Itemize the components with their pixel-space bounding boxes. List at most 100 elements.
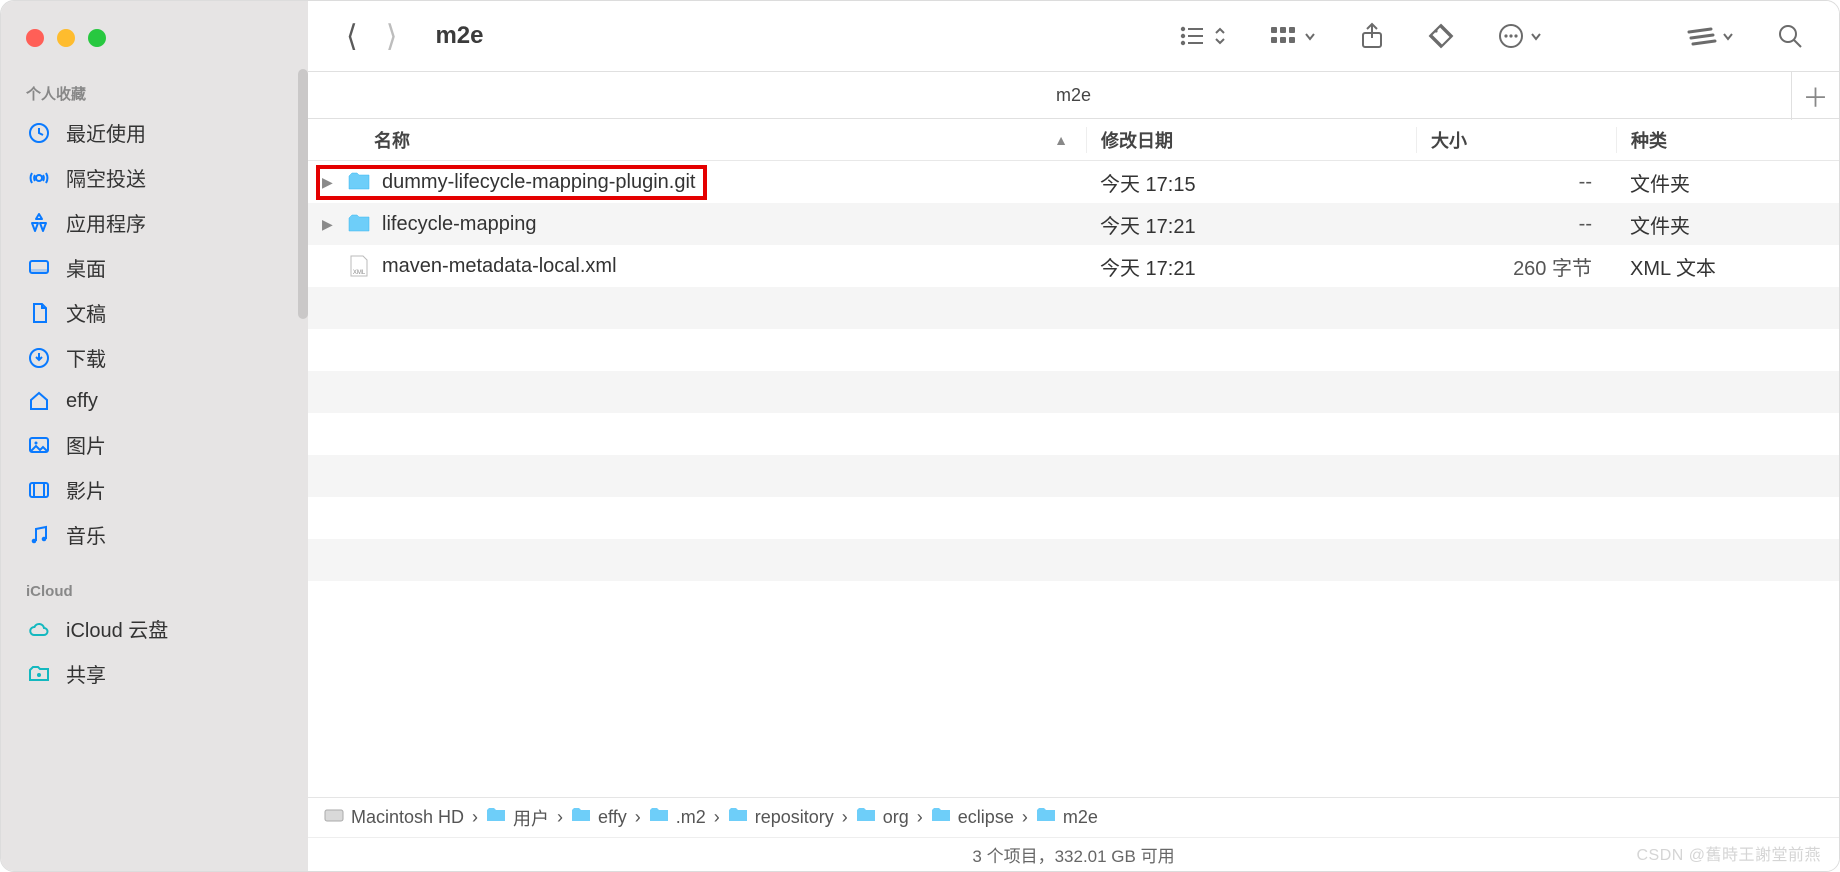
nav-arrows: ⟨ ⟩ bbox=[346, 19, 397, 54]
sidebar-section-icloud: iCloud bbox=[1, 575, 308, 606]
column-header: 名称 ▲ 修改日期 大小 种类 bbox=[308, 119, 1839, 161]
path-bar: Macintosh HD › 用户 › effy › .m2 › reposit… bbox=[308, 797, 1839, 837]
path-crumb[interactable]: Macintosh HD bbox=[324, 806, 464, 829]
share-button[interactable] bbox=[1343, 22, 1401, 50]
sidebar-item[interactable]: 音乐 bbox=[1, 512, 308, 557]
close-window-button[interactable] bbox=[26, 29, 44, 47]
sidebar-scrollbar[interactable] bbox=[298, 69, 308, 319]
folder-icon bbox=[649, 807, 669, 828]
file-size: -- bbox=[1416, 171, 1616, 194]
folder-icon bbox=[1036, 807, 1056, 828]
empty-row bbox=[308, 287, 1839, 329]
disclosure-triangle-icon[interactable]: ▶ bbox=[322, 174, 336, 191]
finder-window: 个人收藏 最近使用 隔空投送 应用程序 桌面 文稿 下载 effy 图片 影片 … bbox=[0, 0, 1840, 872]
column-name[interactable]: 名称 ▲ bbox=[308, 127, 1086, 153]
new-tab-button[interactable]: ＋ bbox=[1791, 72, 1839, 120]
sidebar-item[interactable]: effy bbox=[1, 380, 308, 422]
stripes-icon bbox=[1685, 26, 1717, 46]
status-text: 3 个项目，332.01 GB 可用 bbox=[972, 842, 1174, 867]
sidebar-item[interactable]: 隔空投送 bbox=[1, 155, 308, 200]
path-crumb[interactable]: .m2 bbox=[649, 807, 706, 828]
folder-icon bbox=[346, 213, 372, 235]
sidebar-item-label: 影片 bbox=[66, 475, 106, 504]
sidebar-item[interactable]: 图片 bbox=[1, 422, 308, 467]
sidebar-item-label: 图片 bbox=[66, 430, 106, 459]
file-row[interactable]: ▶ lifecycle-mapping 今天 17:21 -- 文件夹 bbox=[308, 203, 1839, 245]
path-crumb[interactable]: 用户 bbox=[486, 805, 549, 831]
file-list: ▶ dummy-lifecycle-mapping-plugin.git 今天 … bbox=[308, 161, 1839, 797]
search-button[interactable] bbox=[1761, 23, 1819, 49]
clock-icon bbox=[26, 120, 52, 146]
empty-row bbox=[308, 539, 1839, 581]
chevron-updown-icon bbox=[1213, 24, 1227, 48]
empty-row bbox=[308, 413, 1839, 455]
folder-icon bbox=[931, 807, 951, 828]
sidebar-item[interactable]: 最近使用 bbox=[1, 110, 308, 155]
chevron-down-icon bbox=[1721, 24, 1735, 48]
chevron-right-icon: › bbox=[714, 807, 720, 828]
chevron-down-icon bbox=[1529, 24, 1543, 48]
path-crumb[interactable]: effy bbox=[571, 807, 627, 828]
sidebar-item[interactable]: 桌面 bbox=[1, 245, 308, 290]
tags-button[interactable] bbox=[1411, 22, 1471, 50]
file-date: 今天 17:15 bbox=[1086, 168, 1416, 197]
forward-button[interactable]: ⟩ bbox=[386, 19, 398, 54]
path-crumb[interactable]: org bbox=[856, 807, 909, 828]
tab-bar: m2e ＋ bbox=[308, 71, 1839, 119]
chevron-right-icon: › bbox=[472, 807, 478, 828]
grid-group-icon bbox=[1269, 24, 1299, 48]
folder-icon bbox=[571, 807, 591, 828]
svg-text:XML: XML bbox=[353, 270, 366, 276]
column-kind[interactable]: 种类 bbox=[1616, 127, 1839, 153]
sidebar-item[interactable]: 文稿 bbox=[1, 290, 308, 335]
file-date: 今天 17:21 bbox=[1086, 210, 1416, 239]
group-button[interactable] bbox=[1253, 24, 1333, 48]
home-icon bbox=[26, 388, 52, 414]
path-crumb[interactable]: eclipse bbox=[931, 807, 1014, 828]
pictures-icon bbox=[26, 432, 52, 458]
custom-tool-button[interactable] bbox=[1669, 24, 1751, 48]
path-label: org bbox=[883, 807, 909, 828]
path-label: .m2 bbox=[676, 807, 706, 828]
action-menu-button[interactable] bbox=[1481, 22, 1559, 50]
column-date[interactable]: 修改日期 bbox=[1086, 127, 1416, 153]
sidebar-item-label: effy bbox=[66, 390, 98, 413]
sidebar-item-label: 文稿 bbox=[66, 298, 106, 327]
file-date: 今天 17:21 bbox=[1086, 252, 1416, 281]
disclosure-triangle-icon[interactable]: ▶ bbox=[322, 216, 336, 233]
airdrop-icon bbox=[26, 165, 52, 191]
sidebar-item-label: 音乐 bbox=[66, 520, 106, 549]
tag-icon bbox=[1427, 22, 1455, 50]
sidebar-item[interactable]: iCloud 云盘 bbox=[1, 606, 308, 651]
sidebar-item-label: 下载 bbox=[66, 343, 106, 372]
sidebar-item-label: 应用程序 bbox=[66, 208, 146, 237]
view-list-button[interactable] bbox=[1163, 24, 1243, 48]
sidebar-item[interactable]: 影片 bbox=[1, 467, 308, 512]
file-name: lifecycle-mapping bbox=[382, 213, 537, 236]
folder-icon bbox=[728, 807, 748, 828]
file-row[interactable]: ▶ dummy-lifecycle-mapping-plugin.git 今天 … bbox=[308, 161, 1839, 203]
movies-icon bbox=[26, 477, 52, 503]
minimize-window-button[interactable] bbox=[57, 29, 75, 47]
documents-icon bbox=[26, 300, 52, 326]
path-crumb[interactable]: repository bbox=[728, 807, 834, 828]
sidebar: 个人收藏 最近使用 隔空投送 应用程序 桌面 文稿 下载 effy 图片 影片 … bbox=[1, 1, 308, 871]
sidebar-item-label: 共享 bbox=[66, 659, 106, 688]
file-size: 260 字节 bbox=[1416, 252, 1616, 281]
window-title: m2e bbox=[435, 22, 483, 50]
sidebar-item[interactable]: 应用程序 bbox=[1, 200, 308, 245]
file-row[interactable]: ▶ XML maven-metadata-local.xml 今天 17:21 … bbox=[308, 245, 1839, 287]
zoom-window-button[interactable] bbox=[88, 29, 106, 47]
sidebar-item[interactable]: 共享 bbox=[1, 651, 308, 696]
sidebar-item[interactable]: 下载 bbox=[1, 335, 308, 380]
downloads-icon bbox=[26, 345, 52, 371]
empty-row bbox=[308, 329, 1839, 371]
file-kind: 文件夹 bbox=[1616, 168, 1839, 197]
path-label: repository bbox=[755, 807, 834, 828]
path-crumb[interactable]: m2e bbox=[1036, 807, 1098, 828]
back-button[interactable]: ⟨ bbox=[346, 19, 358, 54]
tab-current[interactable]: m2e bbox=[1056, 85, 1091, 106]
column-size[interactable]: 大小 bbox=[1416, 127, 1616, 153]
folder-icon bbox=[346, 171, 372, 193]
music-icon bbox=[26, 522, 52, 548]
